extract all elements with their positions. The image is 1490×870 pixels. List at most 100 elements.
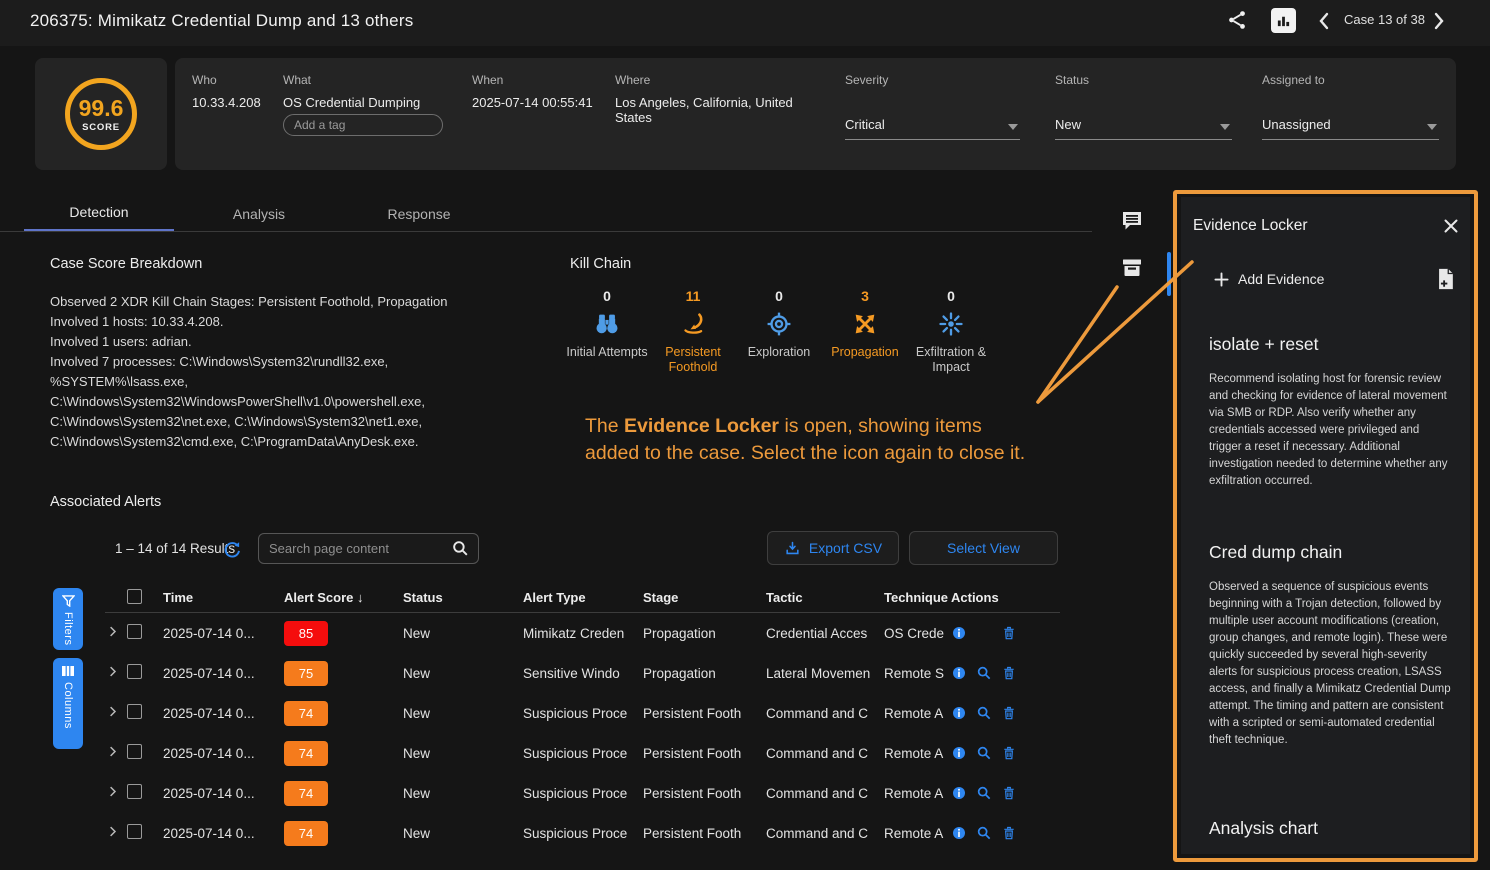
add-tag-input[interactable] (283, 114, 443, 136)
cell-stage: Persistent Footh (643, 826, 766, 841)
add-evidence-button[interactable]: Add Evidence (1214, 271, 1324, 287)
annotation-text: The Evidence Locker is open, showing ite… (585, 413, 1025, 467)
columns-label: Columns (62, 682, 74, 729)
evidence-item-title[interactable]: isolate + reset (1209, 334, 1318, 355)
row-checkbox[interactable] (127, 824, 142, 839)
evidence-item-title[interactable]: Analysis chart (1209, 818, 1318, 839)
stage-label: Propagation (831, 345, 898, 360)
breakdown-line: C:\Windows\System32\net.exe, C:\Windows\… (50, 412, 447, 432)
evidence-item-title[interactable]: Cred dump chain (1209, 542, 1342, 563)
cell-stage: Persistent Footh (643, 786, 766, 801)
info-icon[interactable] (951, 625, 967, 641)
evidence-locker-icon[interactable] (1120, 256, 1144, 285)
col-time[interactable]: Time (163, 590, 284, 605)
delete-icon[interactable] (1001, 705, 1017, 721)
severity-label: Severity (845, 73, 888, 87)
expand-row-icon[interactable] (105, 824, 120, 839)
search-action-icon[interactable] (976, 665, 992, 681)
info-icon[interactable] (951, 825, 967, 841)
row-checkbox[interactable] (127, 704, 142, 719)
row-checkbox[interactable] (127, 664, 142, 679)
stage-exfiltration-impact[interactable]: 0 Exfiltration & Impact (908, 288, 994, 375)
columns-button[interactable]: Columns (53, 658, 83, 749)
info-icon[interactable] (951, 705, 967, 721)
file-plus-icon[interactable] (1436, 268, 1455, 295)
delete-icon[interactable] (1001, 785, 1017, 801)
search-icon[interactable] (451, 539, 470, 563)
severity-dropdown[interactable]: Critical (845, 116, 1020, 140)
breakdown-line: Observed 2 XDR Kill Chain Stages: Persis… (50, 292, 447, 312)
cell-stage: Persistent Footh (643, 706, 766, 721)
select-all-checkbox[interactable] (127, 589, 142, 604)
table-row: 2025-07-14 0... 74 New Suspicious Proce … (105, 693, 1060, 733)
share-icon[interactable] (1226, 9, 1248, 36)
burst-icon (937, 310, 965, 340)
status-dropdown[interactable]: New (1055, 116, 1232, 140)
breakdown-line: Involved 1 users: adrian. (50, 332, 447, 352)
filters-button[interactable]: Filters (53, 588, 83, 650)
row-checkbox[interactable] (127, 784, 142, 799)
alert-score-badge: 75 (284, 661, 328, 686)
stage-exploration[interactable]: 0 Exploration (736, 288, 822, 375)
stage-count: 0 (603, 288, 611, 306)
delete-icon[interactable] (1001, 745, 1017, 761)
search-action-icon[interactable] (976, 745, 992, 761)
row-checkbox[interactable] (127, 744, 142, 759)
columns-icon (61, 665, 75, 677)
case-prev-icon[interactable] (1317, 11, 1331, 36)
close-icon[interactable] (1443, 218, 1459, 239)
stage-initial-attempts[interactable]: 0 Initial Attempts (564, 288, 650, 375)
expand-row-icon[interactable] (105, 744, 120, 759)
select-view-button[interactable]: Select View (909, 531, 1058, 565)
col-technique[interactable]: Technique (884, 590, 951, 605)
search-input[interactable] (269, 534, 444, 563)
chevron-down-icon (1008, 124, 1018, 130)
chart-view-icon[interactable] (1271, 8, 1296, 33)
case-next-icon[interactable] (1432, 11, 1446, 36)
expand-row-icon[interactable] (105, 704, 120, 719)
table-row: 2025-07-14 0... 74 New Suspicious Proce … (105, 773, 1060, 813)
search-action-icon[interactable] (976, 785, 992, 801)
breakdown-line: %SYSTEM%\lsass.exe, (50, 372, 447, 392)
tab-analysis[interactable]: Analysis (184, 195, 334, 232)
delete-icon[interactable] (1001, 825, 1017, 841)
tab-response[interactable]: Response (344, 195, 494, 232)
severity-value: Critical (845, 117, 885, 132)
row-checkbox[interactable] (127, 624, 142, 639)
panel-scrollbar[interactable] (1167, 252, 1171, 296)
table-row: 2025-07-14 0... 74 New Suspicious Proce … (105, 733, 1060, 773)
search-action-icon[interactable] (976, 825, 992, 841)
delete-icon[interactable] (1001, 665, 1017, 681)
info-icon[interactable] (951, 665, 967, 681)
kill-chain-title: Kill Chain (570, 256, 631, 272)
stage-persistent-foothold[interactable]: 11 Persistent Foothold (650, 288, 736, 375)
assigned-dropdown[interactable]: Unassigned (1262, 116, 1439, 140)
info-icon[interactable] (951, 745, 967, 761)
crosshair-icon (765, 310, 793, 340)
alert-score-badge: 74 (284, 701, 328, 726)
refresh-icon[interactable] (223, 540, 241, 563)
delete-icon[interactable] (1001, 625, 1017, 641)
expand-row-icon[interactable] (105, 624, 120, 639)
where-line2: States (615, 110, 652, 125)
col-alert-score[interactable]: Alert Score ↓ (284, 590, 403, 605)
cell-technique: Remote A (884, 786, 951, 801)
search-action-icon[interactable] (976, 705, 992, 721)
export-csv-button[interactable]: Export CSV (767, 531, 899, 565)
col-stage[interactable]: Stage (643, 590, 766, 605)
annotation-line1-bold: Evidence Locker (624, 415, 779, 437)
col-tactic[interactable]: Tactic (766, 590, 884, 605)
info-icon[interactable] (951, 785, 967, 801)
case-score-card: 99.6 SCORE (35, 58, 167, 170)
expand-row-icon[interactable] (105, 664, 120, 679)
expand-row-icon[interactable] (105, 784, 120, 799)
top-bar: 206375: Mimikatz Credential Dump and 13 … (0, 0, 1490, 46)
tab-detection[interactable]: Detection (24, 195, 174, 232)
cell-alert-type: Mimikatz Creden (523, 626, 643, 641)
what-label: What (283, 73, 311, 87)
cell-tactic: Command and C (766, 706, 884, 721)
col-alert-type[interactable]: Alert Type (523, 590, 643, 605)
comments-icon[interactable] (1120, 209, 1144, 238)
col-status[interactable]: Status (403, 590, 523, 605)
stage-propagation[interactable]: 3 Propagation (822, 288, 908, 375)
